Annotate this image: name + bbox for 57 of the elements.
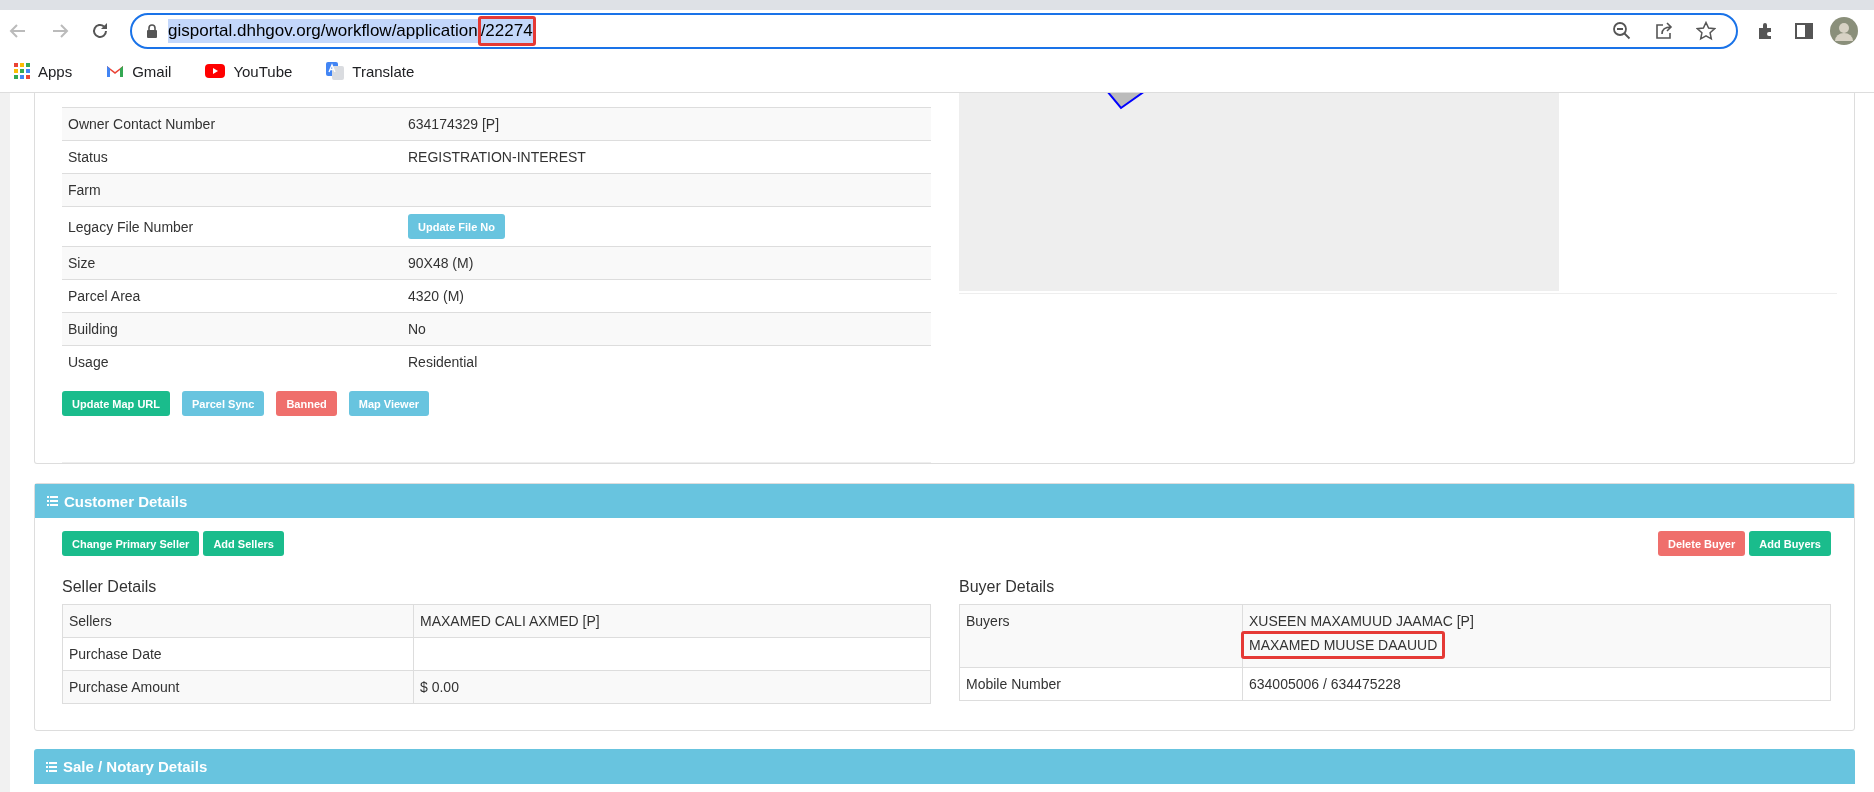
row-label: Buyers: [965, 612, 1011, 631]
row-label: Building: [67, 320, 119, 339]
highlighted-url-text: /22274: [477, 16, 536, 46]
bookmark[interactable]: Apps: [14, 62, 73, 80]
url-text: gisportal.dhhgov.org/workflow/application: [168, 19, 478, 43]
row-label: Size: [67, 254, 97, 273]
side-panel-icon[interactable]: [1794, 21, 1814, 41]
avatar-icon[interactable]: [1830, 17, 1858, 45]
highlighted-value: MAXAMED MUUSE DAAUUD: [1241, 631, 1446, 659]
seller-details-heading: Seller Details: [62, 578, 158, 596]
action-button[interactable]: Update Map URL: [62, 391, 170, 416]
action-button[interactable]: Map Viewer: [348, 391, 430, 416]
list-icon: [47, 496, 58, 506]
row-label: Owner Contact Number: [67, 115, 217, 134]
row-label: Parcel Area: [67, 287, 142, 306]
lock-icon: [146, 23, 158, 39]
action-button[interactable]: Add Sellers: [203, 531, 284, 556]
translate-icon: [326, 62, 345, 80]
bookmark[interactable]: Translate: [326, 62, 415, 80]
update-file-button[interactable]: Update File No: [408, 214, 505, 239]
row-label: Status: [67, 148, 109, 167]
action-button[interactable]: Parcel Sync: [182, 391, 265, 416]
mail-icon: [106, 64, 125, 78]
buyer-details-heading: Buyer Details: [959, 578, 1056, 596]
section-title: Customer Details: [64, 492, 188, 510]
row-value: 90X48 (M): [408, 255, 474, 271]
row-value: No: [408, 321, 426, 337]
row-label: Mobile Number: [965, 675, 1062, 694]
row-value: 634005006 / 634475228: [1249, 676, 1402, 692]
row-value: $ 0.00: [420, 679, 460, 695]
row-label: Farm: [67, 181, 102, 200]
section-title: Sale / Notary Details: [63, 758, 208, 775]
row-value: REGISTRATION-INTEREST: [408, 149, 586, 165]
bookmark[interactable]: YouTube: [205, 62, 293, 80]
star-icon[interactable]: [1696, 21, 1716, 41]
address-bar[interactable]: gisportal.dhhgov.org/workflow/application /22274: [130, 13, 1738, 49]
row-label: Legacy File Number: [67, 217, 195, 237]
bookmark[interactable]: Gmail: [106, 62, 172, 80]
row-label: Sellers: [68, 612, 113, 631]
row-value: 4320 (M): [408, 288, 465, 304]
row-value: MAXAMED CALI AXMED [P]: [420, 613, 601, 629]
row-value: XUSEEN MAXAMUUD JAAMAC [P]: [1249, 613, 1475, 629]
action-button[interactable]: Change Primary Seller: [62, 531, 200, 556]
play-icon: [205, 64, 226, 78]
zoom-out-icon[interactable]: [1612, 21, 1632, 41]
grid-icon: [14, 63, 30, 79]
action-button[interactable]: Banned: [276, 391, 337, 416]
row-label: Purchase Amount: [68, 678, 181, 697]
list-icon: [46, 761, 57, 772]
reload-icon[interactable]: [90, 21, 110, 41]
row-value: Residential: [408, 354, 478, 370]
action-button[interactable]: Add Buyers: [1749, 531, 1831, 556]
row-label: Purchase Date: [68, 645, 163, 664]
action-button[interactable]: Delete Buyer: [1658, 531, 1746, 556]
row-value: 634174329 [P]: [408, 116, 500, 132]
share-icon[interactable]: [1654, 21, 1674, 41]
row-label: Usage: [67, 353, 110, 372]
